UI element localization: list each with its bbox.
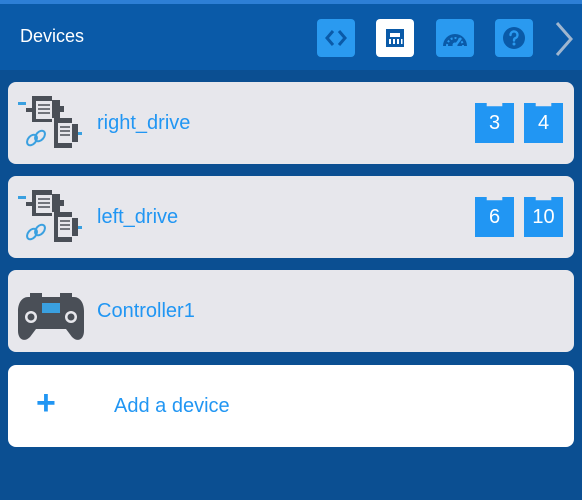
drivetrain-icon [18,190,82,242]
add-device-button[interactable]: + Add a device [8,365,574,447]
device-name: right_drive [97,112,191,134]
help-icon [503,27,525,49]
device-name: Controller1 [97,300,195,322]
code-icon [325,30,347,46]
device-card-right-drive[interactable]: right_drive 3 4 [8,82,574,164]
header-bar: Devices [0,4,582,70]
chevron-right-icon [555,22,573,56]
dashboard-gauge-icon [443,34,467,48]
device-card-controller[interactable]: Controller1 [8,270,574,352]
port-badge: 3 [475,103,514,143]
add-device-label: Add a device [114,395,230,417]
port-badge: 6 [475,197,514,237]
next-page-button[interactable] [548,19,578,59]
controller-icon [18,293,84,340]
ethernet-port-icon [386,29,404,47]
page-title: Devices [20,26,85,46]
drivetrain-icon [18,96,82,148]
help-button[interactable] [495,19,533,57]
port-badge: 4 [524,103,563,143]
devices-tab-button[interactable] [376,19,414,57]
code-view-button[interactable] [317,19,355,57]
device-card-left-drive[interactable]: left_drive 6 10 [8,176,574,258]
port-badge: 10 [524,197,563,237]
dashboard-button[interactable] [436,19,474,57]
plus-icon: + [36,384,56,422]
device-name: left_drive [97,206,179,228]
